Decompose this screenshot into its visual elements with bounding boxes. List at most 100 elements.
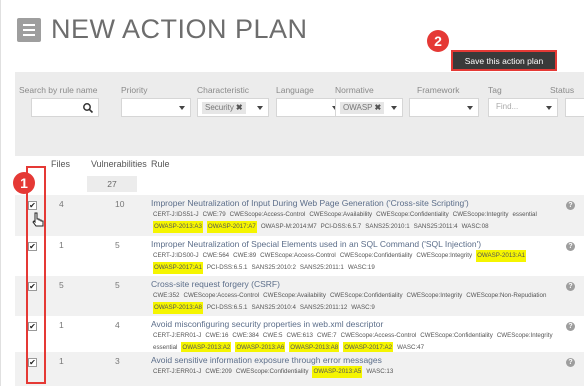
rule-tag: OWASP-2013:A8 (153, 302, 203, 314)
table-row[interactable]: ✔ 5 5 Cross-site request forgery (CSRF) CWE:… (15, 276, 584, 316)
characteristic-select[interactable]: Security ✖ (197, 98, 269, 117)
framework-label: Framework (417, 85, 460, 95)
rule-tag: CWE:16 (205, 332, 229, 339)
rule-tag: CWE:79 (202, 211, 226, 218)
search-icon (83, 103, 94, 114)
rule-tags: CERT-J:IDS51-J CWE:79 CWEScope:Access-Cont… (153, 209, 563, 233)
rule-tag: CWEScope:Integrity (416, 252, 473, 259)
vulnerabilities-count: 10 (115, 199, 125, 209)
chevron-down-icon (546, 106, 552, 110)
rule-tag: CWE:352 (153, 292, 180, 299)
rule-tag: CWEScope:Access-Control (183, 292, 260, 299)
rule-tag: SANS25:2011:12 (299, 304, 348, 311)
rule-tag: CWEScope:Confidentiality (329, 292, 403, 299)
rule-tag: CERT-J:IDS51-J (153, 211, 199, 218)
rule-tag: CWEScope:Confidentiality (339, 252, 413, 259)
rule-tag: CWEScope:Confidentiality (376, 211, 449, 218)
table-row[interactable]: ✔ 1 5 Improper Neutralization of Special El… (15, 236, 584, 276)
rule-tag: CWEScope:Integrity (406, 292, 463, 299)
table-row[interactable]: ✔ 4 10 Improper Neutralization of Input Dur… (15, 195, 584, 236)
rule-tag: CWEScope:Integrity (452, 211, 509, 218)
rule-tag: essential (512, 211, 537, 218)
rule-tag: SANS25:2010:2 (251, 264, 296, 271)
close-icon[interactable]: ✖ (374, 103, 381, 112)
rule-tag: CWEScope:Non-Repudiation (466, 292, 547, 299)
search-label: Search by rule name (19, 85, 98, 95)
files-count: 1 (59, 320, 64, 330)
help-icon[interactable]: ? (566, 242, 575, 251)
characteristic-chip[interactable]: Security ✖ (202, 102, 246, 114)
chevron-down-icon (467, 106, 473, 110)
rule-tag: CERT-J:ERR01-J (153, 368, 202, 375)
files-count: 5 (59, 280, 64, 290)
rule-tag: CWE:564 (202, 252, 230, 259)
language-label: Language (276, 85, 314, 95)
rule-tag: OWASP-2017:A1 (153, 262, 203, 274)
rule-tag: OWASP-2017:A7 (206, 221, 257, 233)
files-count: 1 (59, 240, 64, 250)
vulnerabilities-total: 27 (87, 176, 137, 192)
status-select[interactable] (565, 98, 584, 117)
annotation-badge-2: 2 (427, 30, 449, 52)
help-icon[interactable]: ? (566, 358, 575, 367)
rule-tag: WASC:08 (461, 223, 489, 230)
rule-tag: PCI-DSS:6.5.1 (206, 304, 248, 311)
filter-panel: Search by rule name Priority Characteris… (15, 72, 584, 156)
chevron-down-icon (179, 106, 185, 110)
rule-name-link[interactable]: Improper Neutralization of Special Eleme… (151, 239, 481, 249)
rule-tag: OWASP-2013:A5 (312, 366, 363, 378)
normative-chip-label: OWASP (343, 103, 373, 112)
rule-tag: SANS25:2010:1 (365, 223, 410, 230)
menu-icon[interactable] (17, 18, 41, 42)
rule-tag: CWE:7 (317, 332, 337, 339)
rule-name-link[interactable]: Improper Neutralization of Input During … (151, 198, 469, 208)
rule-tag: PCI-DSS:6.5.1 (206, 264, 248, 271)
rule-tag: CWE:613 (286, 332, 313, 339)
rule-tags: CERT-J:ERR01-J CWE:209 CWEScope:Confidenti… (153, 366, 563, 378)
rule-tag: CERT-J:IDS00-J (153, 252, 199, 259)
files-count: 4 (59, 199, 64, 209)
annotation-badge-1: 1 (13, 172, 35, 194)
save-button[interactable]: Save this action plan (451, 50, 557, 71)
close-icon[interactable]: ✖ (236, 103, 243, 112)
characteristic-label: Characteristic (197, 85, 249, 95)
help-icon[interactable]: ? (566, 282, 575, 291)
normative-label: Normative (335, 85, 374, 95)
vulnerabilities-count: 3 (115, 356, 120, 366)
table-row[interactable]: ✔ 1 4 Avoid misconfiguring security propert… (15, 316, 584, 354)
framework-select[interactable] (409, 98, 479, 117)
rule-name-link[interactable]: Cross-site request forgery (CSRF) (151, 279, 280, 289)
rule-tags: CWE:352 CWEScope:Access-Control CWEScope:A… (153, 290, 563, 314)
rule-tag: WASC:13 (366, 368, 394, 375)
search-input[interactable] (31, 98, 99, 117)
normative-chip[interactable]: OWASP ✖ (340, 102, 385, 114)
characteristic-chip-label: Security (205, 103, 234, 112)
rule-tag: CWE:89 (233, 252, 257, 259)
rule-tag: CERT-J:ERR01-J (153, 332, 202, 339)
help-icon[interactable]: ? (566, 201, 575, 210)
help-icon[interactable]: ? (566, 322, 575, 331)
column-header-rule[interactable]: Rule (151, 159, 170, 169)
tag-select[interactable]: Find... (488, 98, 558, 117)
language-select[interactable] (276, 98, 344, 117)
rule-name-link[interactable]: Avoid misconfiguring security properties… (151, 319, 383, 329)
rule-tag: CWEScope:Availability (263, 292, 326, 299)
rule-tag: CWE:384 (232, 332, 259, 339)
rule-tag: CWEScope:Access-Control (340, 332, 417, 339)
table-row[interactable]: ✔ 1 3 Avoid sensitive information exposure … (15, 352, 584, 386)
rule-tag: SANS25:2011:1 (299, 264, 344, 271)
rule-tag: SANS25:2011:4 (413, 223, 458, 230)
rule-tag: OWASP-2013:A3 (153, 221, 203, 233)
rule-tag: CWEScope:Confidentiality (420, 332, 493, 339)
vulnerabilities-count: 5 (115, 280, 120, 290)
annotation-box (26, 166, 46, 384)
normative-select[interactable]: OWASP ✖ (335, 98, 403, 117)
rule-tag: CWE:209 (205, 368, 232, 375)
rule-name-link[interactable]: Avoid sensitive information exposure thr… (151, 355, 382, 365)
priority-select[interactable] (121, 98, 191, 117)
hand-cursor-icon (32, 212, 44, 227)
page: NEW ACTION PLAN 2 Search by rule name Pr… (0, 0, 584, 386)
column-header-vulnerabilities[interactable]: Vulnerabilities (91, 159, 147, 169)
rule-tag: CWE:5 (262, 332, 283, 339)
column-header-files[interactable]: Files (51, 159, 70, 169)
